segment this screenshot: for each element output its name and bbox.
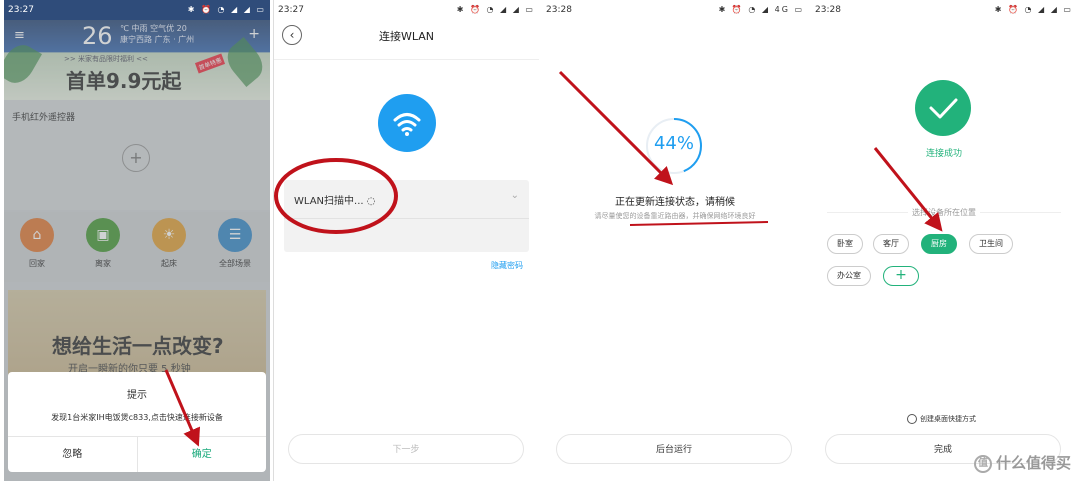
new-device-dialog: 提示 发现1台米家IH电饭煲c833,点击快速连接新设备 忽略 确定 (8, 372, 266, 472)
ignore-button[interactable]: 忽略 (8, 437, 137, 472)
page-title: 连接WLAN (378, 30, 434, 43)
home-screen-panel: 23:27 ✱ ⏰ ◔ ◢ ◢ ▭ ≡ 26 ℃ 中雨 空气优 20 康宁西路 … (4, 0, 270, 481)
location-label-text: 选择设备所在位置 (908, 208, 980, 217)
status-icons: ✱ ⏰ ◔ ◢ ◢ ▭ (187, 5, 266, 14)
status-bar: 23:28 ✱ ⏰ ◔ ◢ ◢ ▭ (811, 0, 1077, 20)
hide-password-link[interactable]: 隐藏密码 (491, 260, 523, 271)
room-chip-bedroom[interactable]: 卧室 (827, 234, 863, 254)
watermark: 值什么值得买 (973, 452, 1071, 473)
status-bar: 23:28 ✱ ⏰ ◔ ◢ 4G ▭ (542, 0, 808, 20)
checkmark-icon (915, 80, 971, 136)
confirm-button[interactable]: 确定 (136, 437, 267, 472)
status-icons: ✱ ⏰ ◔ ◢ ◢ ▭ (456, 5, 535, 14)
field-divider (284, 218, 529, 219)
add-room-button[interactable]: + (883, 266, 919, 286)
room-chip-living-room[interactable]: 客厅 (873, 234, 909, 254)
spinner-icon: ◌ (366, 196, 376, 207)
status-bar: 23:27 ✱ ⏰ ◔ ◢ ◢ ▭ (274, 0, 539, 20)
next-button[interactable]: 下一步 (288, 434, 524, 464)
status-icons: ✱ ⏰ ◔ ◢ 4G ▭ (718, 5, 804, 14)
dialog-title: 提示 (127, 390, 147, 401)
progress-percent: 44% (653, 133, 694, 154)
create-shortcut-option[interactable]: 创建桌面快捷方式 (907, 414, 976, 424)
status-bar: 23:27 ✱ ⏰ ◔ ◢ ◢ ▭ (4, 0, 270, 20)
watermark-badge: 值 (973, 454, 992, 473)
room-chip-kitchen[interactable]: 厨房 (921, 234, 957, 254)
status-text: 正在更新连接状态，请稍候 (615, 197, 735, 208)
success-panel: 23:28 ✱ ⏰ ◔ ◢ ◢ ▭ 连接成功 选择设备所在位置 卧室 客厅 厨房… (811, 0, 1077, 481)
connecting-panel: 23:28 ✱ ⏰ ◔ ◢ 4G ▭ 44% 正在更新连接状态，请稍候 请尽量使… (542, 0, 808, 481)
status-icons: ✱ ⏰ ◔ ◢ ◢ ▭ (994, 5, 1073, 14)
status-time: 23:27 (278, 5, 304, 15)
title-bar: ‹ 连接WLAN (274, 20, 539, 60)
wlan-scan-status: WLAN扫描中... ◌ (294, 192, 375, 207)
status-time: 23:28 (546, 5, 572, 15)
status-time: 23:27 (8, 5, 34, 15)
wlan-selector[interactable]: WLAN扫描中... ◌ ⌄ (284, 180, 529, 252)
dialog-buttons: 忽略 确定 (8, 436, 266, 472)
success-text: 连接成功 (925, 149, 962, 159)
room-chip-office[interactable]: 办公室 (827, 266, 871, 286)
background-run-button[interactable]: 后台运行 (556, 434, 792, 464)
radio-icon[interactable] (907, 414, 917, 424)
connect-wlan-panel: 23:27 ✱ ⏰ ◔ ◢ ◢ ▭ ‹ 连接WLAN WLAN扫描中... ◌ … (273, 0, 539, 481)
screenshot-collage: 23:27 ✱ ⏰ ◔ ◢ ◢ ▭ ≡ 26 ℃ 中雨 空气优 20 康宁西路 … (0, 0, 1080, 481)
location-label: 选择设备所在位置 (811, 207, 1077, 218)
shortcut-label: 创建桌面快捷方式 (920, 415, 976, 423)
wifi-icon (378, 94, 436, 152)
hint-text: 请尽量使您的设备靠近路由器，并确保网络环境良好 (594, 212, 756, 220)
watermark-text: 什么值得买 (995, 454, 1071, 472)
dialog-message: 发现1台米家IH电饭煲c833,点击快速连接新设备 (51, 413, 223, 422)
chevron-down-icon[interactable]: ⌄ (511, 190, 519, 201)
status-time: 23:28 (815, 5, 841, 15)
room-chip-bathroom[interactable]: 卫生间 (969, 234, 1013, 254)
scan-label: WLAN扫描中... (294, 196, 364, 207)
